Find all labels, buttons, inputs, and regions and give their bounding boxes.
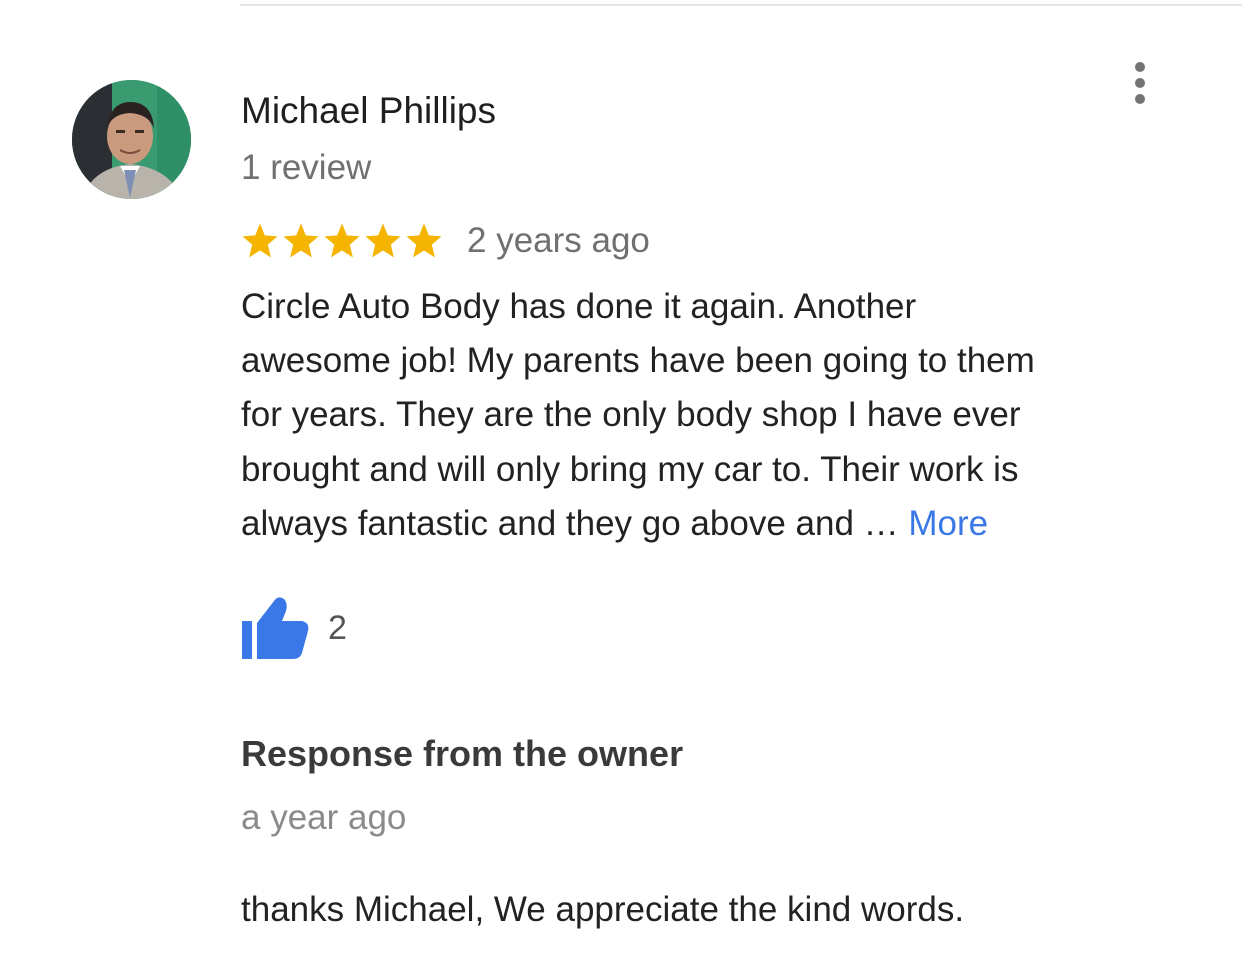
like-row: 2 (240, 592, 347, 664)
star-icon (365, 223, 401, 258)
rating-row: 2 years ago (240, 215, 650, 267)
review-text-line: awesome job! My parents have been going … (241, 341, 1035, 381)
like-count: 2 (328, 608, 347, 647)
more-link[interactable]: More (908, 504, 988, 543)
review-time: 2 years ago (467, 221, 650, 260)
review-text-line-last: always fantastic and they go above and …… (241, 497, 1151, 551)
reviewer-name[interactable]: Michael Phillips (241, 88, 496, 134)
review-text-line: for years. They are the only body shop I… (241, 395, 1021, 435)
star-icon (242, 223, 278, 258)
avatar[interactable] (72, 80, 191, 199)
avatar-image (72, 80, 191, 199)
review-text: Circle Auto Body has done it again. Anot… (241, 280, 1151, 551)
review-text-line: brought and will only bring my car to. T… (241, 449, 1019, 489)
top-divider (240, 4, 1242, 6)
review-text-truncated: always fantastic and they go above and … (241, 503, 909, 543)
thumbs-up-icon[interactable] (240, 593, 310, 663)
star-icon (283, 223, 319, 258)
reviewer-review-count: 1 review (241, 148, 372, 187)
more-options-menu[interactable] (1122, 58, 1158, 108)
star-rating (240, 221, 444, 261)
review-text-line: Circle Auto Body has done it again. Anot… (241, 287, 917, 326)
star-icon (324, 223, 360, 258)
owner-response-title: Response from the owner (241, 733, 684, 774)
more-vert-icon-dot (1135, 94, 1145, 104)
more-vert-icon-dot (1135, 78, 1145, 88)
owner-response-text: thanks Michael, We appreciate the kind w… (241, 890, 965, 929)
more-vert-icon-dot (1135, 62, 1145, 72)
owner-response-time: a year ago (241, 798, 407, 837)
star-icon (406, 223, 442, 258)
